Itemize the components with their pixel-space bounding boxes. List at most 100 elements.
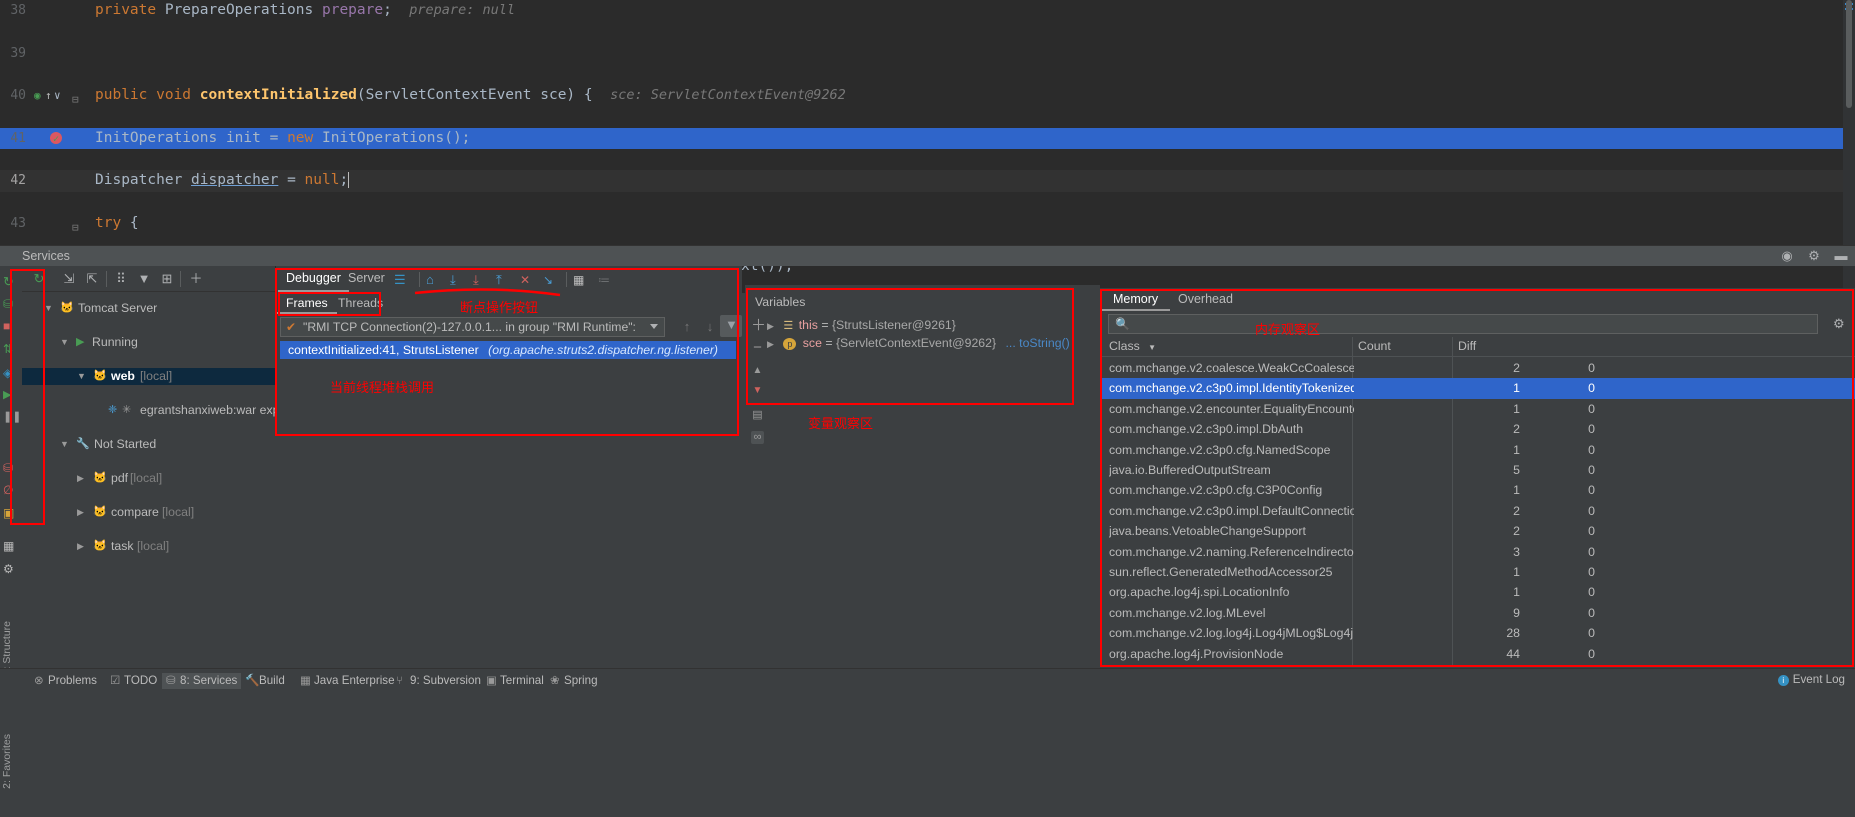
chevron-down-icon[interactable]: ▼ [60,334,69,351]
add-tab-icon[interactable]: ⊞ [158,270,176,288]
bug-icon[interactable]: ⛁ [3,461,19,477]
tab-memory[interactable]: Memory [1113,292,1158,306]
tree-node-pdf-local[interactable]: ▶ 🐱 pdf [local] [22,470,275,487]
memory-search-input[interactable]: 🔍 [1108,314,1818,334]
status-todo[interactable]: ☑TODO [110,673,157,689]
chevron-right-icon[interactable]: ▶ [77,470,84,487]
left-tool-strip[interactable]: ↻ ⛁ ■ ⇅ ◈ 7: Structure ▶ ❚❚ ⛁ ∅ 2: Favor… [0,266,22,666]
tree-node-task-local[interactable]: ▶ 🐱 task [local] [22,538,275,555]
services-tree[interactable]: ▼ 🐱 Tomcat Server ▼ ▶ Running ▼ 🐱 web [l… [22,293,275,429]
evaluate-expression-icon[interactable]: ▦ [573,272,589,288]
status-services[interactable]: ⛁8: Services [162,673,241,689]
status-bar[interactable]: ⊗Problems ☑TODO ⛁8: Services 🔨Build ▦Jav… [0,668,1855,692]
add-service-icon[interactable]: ＋ [187,270,205,288]
thread-selector[interactable]: ✔ "RMI TCP Connection(2)-127.0.0.1... in… [280,317,665,337]
memory-row[interactable]: java.io.BufferedOutputStream 5 0 [1100,460,1855,480]
memory-row[interactable]: com.mchange.v2.log.MLevel 9 0 [1100,603,1855,623]
memory-row[interactable]: com.mchange.v2.c3p0.impl.DefaultConnecti… [1100,501,1855,521]
check-gutter-icon[interactable]: ∨ [54,85,61,106]
variable-row-this[interactable]: ▶ ☰ this = {StrutsListener@9261} [767,316,956,334]
mute-breakpoints-icon[interactable]: ∅ [3,483,19,499]
status-subversion[interactable]: ⑂9: Subversion [396,673,481,689]
rerun-service-icon[interactable]: ↻ [30,270,48,288]
step-over-icon[interactable]: ⤓ [450,272,466,288]
variables-sidebar[interactable]: ＋ − ▲ ▼ ▤ ∞ [749,311,765,711]
watches-icon[interactable]: ∞ [751,431,764,444]
settings-icon[interactable]: ⚙ [3,562,19,578]
variable-row-sce[interactable]: ▶ p sce = {ServletContextEvent@9262} ...… [767,334,1070,352]
status-java-enterprise[interactable]: ▦Java Enterprise [300,673,395,689]
rerun-icon[interactable]: ↻ [3,274,19,290]
tab-server[interactable]: Server [348,271,385,285]
hide-icon[interactable]: ▬ [1833,248,1849,264]
memory-row[interactable]: com.mchange.v2.encounter.EqualityEncount… [1100,399,1855,419]
event-log-button[interactable]: iEvent Log [1778,673,1845,686]
frame-up-icon[interactable]: ↑ [679,319,695,335]
column-header-class[interactable]: Class ▼ [1109,337,1156,356]
tree-node-artifact[interactable]: ❈ ✳ egrantshanxiweb:war explo [22,402,275,419]
expand-all-icon[interactable]: ⇲ [60,270,78,288]
tree-node-not-started[interactable]: ▼ 🔧 Not Started [22,436,275,453]
scroll-down-icon[interactable]: ▼ [751,384,764,397]
memory-row[interactable]: com.mchange.v2.log.log4j.Log4jMLog$Log4j… [1100,623,1855,643]
memory-row[interactable]: com.mchange.v2.coalesce.WeakCcCoalescer … [1100,358,1855,378]
editor-scrollbar[interactable] [1846,0,1852,108]
column-header-diff-label[interactable]: Diff [1458,337,1476,356]
debugger-tab-bar[interactable]: Debugger Server ☰ ⌂ ⤓ ⤓ ⤒ ✕ ↘ ▦ ≔ [276,266,742,294]
memory-row[interactable]: com.mchange.v2.c3p0.cfg.C3P0Config 1 0 [1100,480,1855,500]
variable-tostring-link[interactable]: ... toString() [1006,336,1070,350]
help-icon[interactable]: ◉ [1779,248,1795,264]
debugger-panel[interactable]: Debugger Server ☰ ⌂ ⤓ ⤓ ⤒ ✕ ↘ ▦ ≔ Frames… [276,266,742,666]
chevron-down-icon[interactable]: ▼ [44,300,53,317]
chevron-down-icon[interactable] [650,324,658,329]
services-toolbar[interactable]: ↻ ⇲ ⇱ ⠿ ▼ ⊞ ＋ [22,266,275,292]
chevron-right-icon[interactable]: ▶ [77,504,84,521]
tab-debugger[interactable]: Debugger [286,271,341,285]
tab-overhead[interactable]: Overhead [1178,292,1233,306]
debug-rerun-icon[interactable]: ⛁ [3,297,19,313]
implemented-gutter-icon[interactable]: ↑ [45,85,52,106]
status-problems[interactable]: ⊗Problems [34,673,97,689]
memory-row[interactable]: sun.reflect.GeneratedMethodAccessor25 1 … [1100,562,1855,582]
code-line[interactable]: 40 ◉ ↑ ∨ ⊟ public void contextInitialize… [0,85,1855,106]
camera-icon[interactable]: ▣ [3,506,19,522]
console-icon[interactable]: ☰ [394,272,410,288]
services-panel[interactable]: ↻ ⇲ ⇱ ⠿ ▼ ⊞ ＋ ▼ 🐱 Tomcat Server ▼ ▶ Runn… [22,266,275,666]
memory-tab-bar[interactable]: Memory Overhead [1100,288,1855,312]
filter-icon[interactable]: ▼ [135,270,153,288]
pause-icon[interactable]: ❚❚ [3,410,19,426]
chevron-right-icon[interactable]: ▶ [767,321,774,331]
chevron-right-icon[interactable]: ▶ [77,538,84,555]
sidebar-tab-favorites[interactable]: 2: Favorites [1,734,13,789]
memory-row[interactable]: com.mchange.v2.c3p0.impl.IdentityTokeniz… [1100,378,1855,398]
code-line[interactable]: 39 [0,43,1855,64]
memory-row[interactable]: com.mchange.v2.c3p0.cfg.NamedScope 1 0 [1100,440,1855,460]
status-spring[interactable]: ❀Spring [550,673,598,689]
code-line[interactable]: 38 private PrepareOperations prepare; pr… [0,0,1855,21]
step-into-icon[interactable]: ⤓ [473,272,489,288]
sort-descending-icon[interactable]: ▼ [1148,343,1156,352]
structure-toggle-icon[interactable]: ◈ [3,366,19,382]
memory-row[interactable]: org.apache.log4j.ProvisionNode 44 0 [1100,644,1855,664]
scroll-up-icon[interactable]: ▲ [751,364,764,377]
frame-down-icon[interactable]: ↓ [702,319,718,335]
grid-icon[interactable]: ▦ [3,539,19,555]
memory-row[interactable]: org.apache.log4j.spi.LocationInfo 1 0 [1100,582,1855,602]
resume-icon[interactable]: ⇅ [3,342,19,358]
tree-node-tomcat-server[interactable]: ▼ 🐱 Tomcat Server [22,300,275,317]
variables-panel[interactable]: Variables ＋ − ▲ ▼ ▤ ∞ ▶ ☰ this = {Struts… [745,285,1100,485]
status-terminal[interactable]: ▣Terminal [486,673,544,689]
memory-panel[interactable]: Memory Overhead 🔍 ⚙ Class ▼ Count Diff c… [1100,288,1855,666]
debugger-sub-tab-bar[interactable]: Frames Threads [276,294,742,314]
add-watch-icon[interactable]: ＋ [751,319,764,332]
tab-frames[interactable]: Frames [286,296,328,310]
settings-list-icon[interactable]: ≔ [598,272,614,288]
fold-marker[interactable]: ⊟ [72,217,79,238]
fold-marker[interactable]: ⊟ [72,89,79,110]
chevron-down-icon[interactable]: ▼ [77,368,86,385]
override-gutter-icon[interactable]: ◉ [34,85,41,106]
remove-watch-icon[interactable]: − [751,341,764,354]
group-icon[interactable]: ⠿ [112,270,130,288]
memory-settings-gear-icon[interactable]: ⚙ [1833,316,1849,332]
gear-icon[interactable]: ⚙ [1806,248,1822,264]
